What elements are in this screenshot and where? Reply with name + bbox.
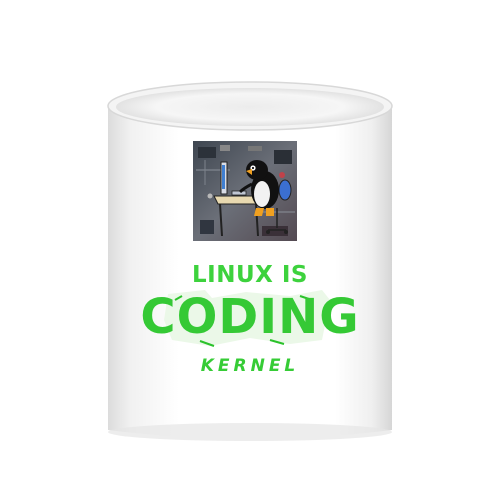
- product-photo: LINUX IS CODING KERNEL: [0, 0, 500, 500]
- print-line-linux-is: LINUX IS: [191, 262, 308, 288]
- print-line-coding: CODING: [140, 289, 360, 345]
- print-shadow: [164, 290, 330, 347]
- print-line-kernel: KERNEL: [200, 356, 300, 376]
